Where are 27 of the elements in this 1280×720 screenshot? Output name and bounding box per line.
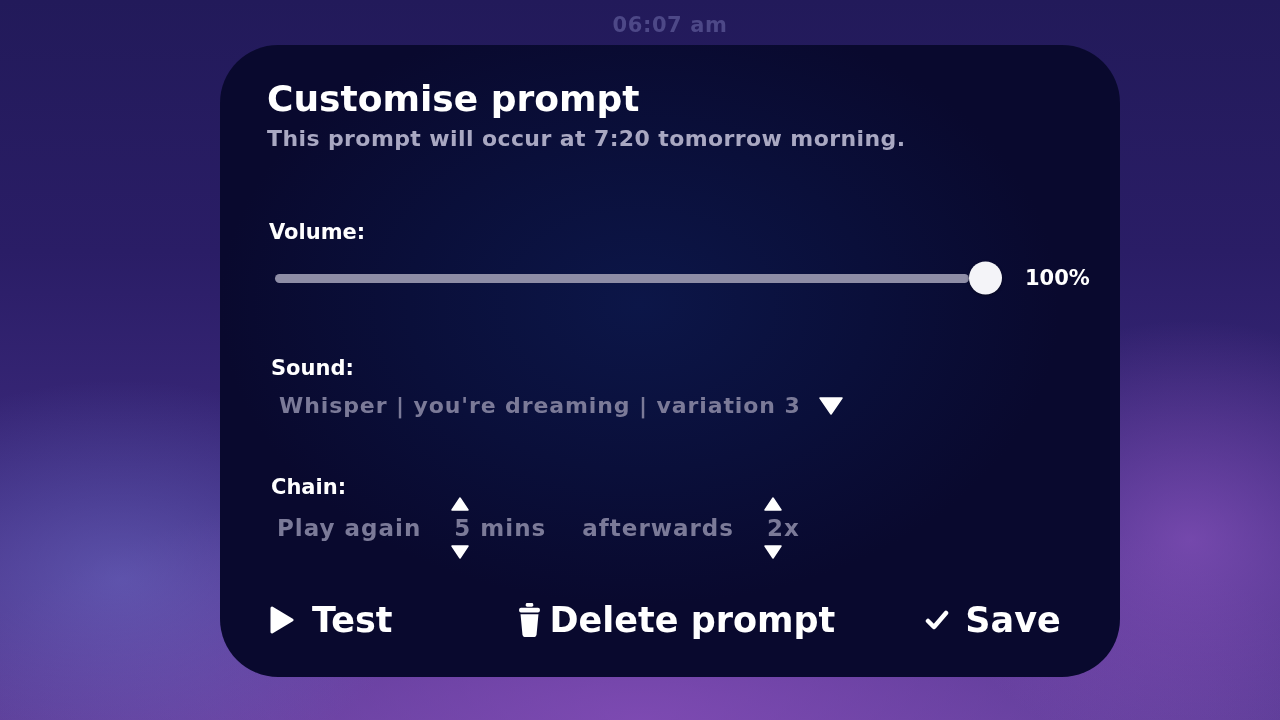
decrease-button[interactable] <box>764 545 782 559</box>
save-button[interactable]: Save <box>925 598 1061 642</box>
increase-button[interactable] <box>764 497 782 511</box>
decrease-button[interactable] <box>451 545 470 559</box>
caret-down-icon <box>818 397 843 415</box>
delete-button[interactable]: Delete prompt <box>518 598 836 642</box>
up-triangle-icon <box>451 497 470 511</box>
increase-button[interactable] <box>451 497 470 511</box>
test-button[interactable]: Test <box>270 598 393 642</box>
stepper-value: 2x <box>767 514 800 543</box>
chain-text: Play again <box>277 514 422 542</box>
down-triangle-icon <box>764 545 782 559</box>
sound-dropdown[interactable]: Whisper | you're dreaming | variation 3 <box>279 392 843 420</box>
dialog-subtitle: This prompt will occur at 7:20 tomorrow morning. <box>267 126 906 152</box>
chain-label: Chain: <box>271 476 347 498</box>
down-triangle-icon <box>451 545 470 559</box>
volume-reading: 100% <box>1025 265 1090 291</box>
sound-label: Sound: <box>271 355 354 381</box>
trash-icon <box>518 603 540 637</box>
volume-slider-thumb[interactable] <box>969 261 1002 295</box>
dialog-title: Customise prompt <box>267 77 640 121</box>
check-icon <box>925 610 950 630</box>
play-icon <box>270 606 294 634</box>
stepper-value: 5 mins <box>454 514 547 543</box>
up-triangle-icon <box>764 497 782 511</box>
volume-label: Volume: <box>269 219 366 245</box>
chain-text: afterwards <box>582 514 734 542</box>
